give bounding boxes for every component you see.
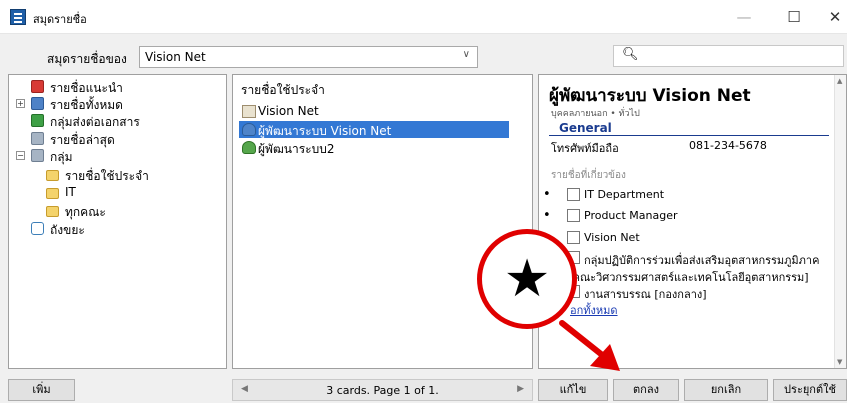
tree-item-all-contacts[interactable]: + รายชื่อทั้งหมด [9, 95, 226, 113]
person-icon [242, 123, 256, 136]
folder-icon [46, 170, 59, 181]
tree-item-distribution[interactable]: กลุ่มส่งต่อเอกสาร [9, 112, 226, 130]
tree-item-it[interactable]: IT [9, 184, 226, 202]
cancel-button[interactable]: ยกเลิก [684, 379, 768, 401]
tree-item-label: IT [65, 185, 76, 199]
address-book-select-value: Vision Net [145, 50, 206, 64]
edit-button[interactable]: แก้ไข [538, 379, 608, 401]
suggested-contacts-icon [31, 80, 44, 93]
search-icon: 🔍︎ [622, 47, 639, 62]
tree-item-all-faculties[interactable]: ทุกคณะ [9, 202, 226, 220]
address-book-label: สมุดรายชื่อของ [47, 52, 127, 66]
related-item-label: กลุ่มปฏิบัติการร่วมเพื่อส่งเสริมอุตสาหกร… [584, 254, 820, 267]
pager: ◀ 3 cards. Page 1 of 1. ▶ [232, 379, 533, 401]
list-item-label: ผู้พัฒนาระบบ2 [258, 142, 335, 156]
related-checkbox[interactable] [567, 231, 580, 244]
contact-name: ผู้พัฒนาระบบ Vision Net [549, 86, 751, 106]
tree-item-label: กลุ่ม [50, 150, 73, 164]
list-item-label: Vision Net [258, 104, 319, 118]
folder-icon [46, 188, 59, 199]
scroll-down-icon[interactable]: ▼ [837, 358, 842, 366]
person-icon [242, 141, 256, 154]
related-item-label: Product Manager [584, 209, 678, 222]
related-item-label: IT Department [584, 188, 665, 201]
tree-item-recent[interactable]: รายชื่อล่าสุด [9, 130, 226, 148]
next-page-icon[interactable]: ▶ [517, 384, 524, 394]
add-button[interactable]: เพิ่ม [8, 379, 75, 401]
contact-detail: ผู้พัฒนาระบบ Vision Net บุคคลภายนอก • ทั… [538, 74, 847, 369]
all-contacts-icon [31, 97, 44, 110]
group-icon [31, 149, 44, 162]
scroll-up-icon[interactable]: ▲ [837, 77, 842, 85]
tree-item-trash[interactable]: ถังขยะ [9, 220, 226, 238]
tree-item-suggested[interactable]: รายชื่อแนะนำ [9, 78, 226, 96]
expand-icon[interactable]: + [16, 99, 25, 108]
search-input[interactable]: 🔍︎ [613, 45, 844, 67]
address-book-select[interactable]: Vision Net ∨ [139, 46, 478, 68]
list-item[interactable]: ผู้พัฒนาระบบ2 [239, 139, 509, 156]
list-header: รายชื่อใช้ประจำ [241, 83, 325, 97]
contact-card-icon [242, 105, 256, 118]
close-button[interactable]: ✕ [815, 4, 847, 30]
distribution-group-icon [31, 114, 44, 127]
list-item[interactable]: Vision Net [239, 103, 509, 120]
mobile-phone-label: โทรศัพท์มือถือ [551, 142, 619, 155]
title-bar: สมุดรายชื่อ — ☐ ✕ [0, 0, 847, 34]
detail-scrollbar[interactable]: ▲ ▼ [834, 75, 846, 368]
minimize-button[interactable]: — [724, 4, 764, 30]
pager-text: 3 cards. Page 1 of 1. [326, 384, 439, 397]
folder-tree: รายชื่อแนะนำ + รายชื่อทั้งหมด กลุ่มส่งต่… [8, 74, 227, 369]
trash-icon [31, 222, 44, 235]
ok-button[interactable]: ตกลง [613, 379, 679, 401]
window-title: สมุดรายชื่อ [33, 13, 87, 26]
tree-item-label: ถังขยะ [50, 223, 85, 237]
contact-list: รายชื่อใช้ประจำ Vision Net ผู้พัฒนาระบบ … [232, 74, 533, 369]
show-all-link[interactable]: อกทั้งหมด [570, 301, 618, 319]
tree-item-groups[interactable]: − กลุ่ม [9, 147, 226, 165]
related-checkbox[interactable] [567, 188, 580, 201]
chevron-down-icon: ∨ [462, 49, 470, 60]
contact-subtitle: บุคคลภายนอก • ทั่วไป [551, 109, 640, 119]
related-item-label: Vision Net [584, 231, 640, 244]
related-item-label-cont: ตก [คณะวิศวกรรมศาสตร์และเทคโนโลยีอุตสาหก… [551, 271, 809, 284]
list-item-selected[interactable]: ผู้พัฒนาระบบ Vision Net [239, 121, 509, 138]
section-heading: General [559, 121, 612, 135]
apply-button[interactable]: ประยุกต์ใช้ [773, 379, 847, 401]
folder-icon [46, 206, 59, 217]
maximize-button[interactable]: ☐ [774, 4, 814, 30]
related-heading: รายชื่อที่เกี่ยวข้อง [551, 170, 626, 181]
collapse-icon[interactable]: − [16, 151, 25, 160]
address-book-icon [10, 9, 26, 25]
star-marker: ★ [477, 229, 577, 329]
related-checkbox[interactable] [567, 209, 580, 222]
tree-item-favorites[interactable]: รายชื่อใช้ประจำ [9, 166, 226, 184]
recent-contacts-icon [31, 132, 44, 145]
section-divider [549, 135, 829, 136]
mobile-phone-value: 081-234-5678 [689, 139, 767, 152]
